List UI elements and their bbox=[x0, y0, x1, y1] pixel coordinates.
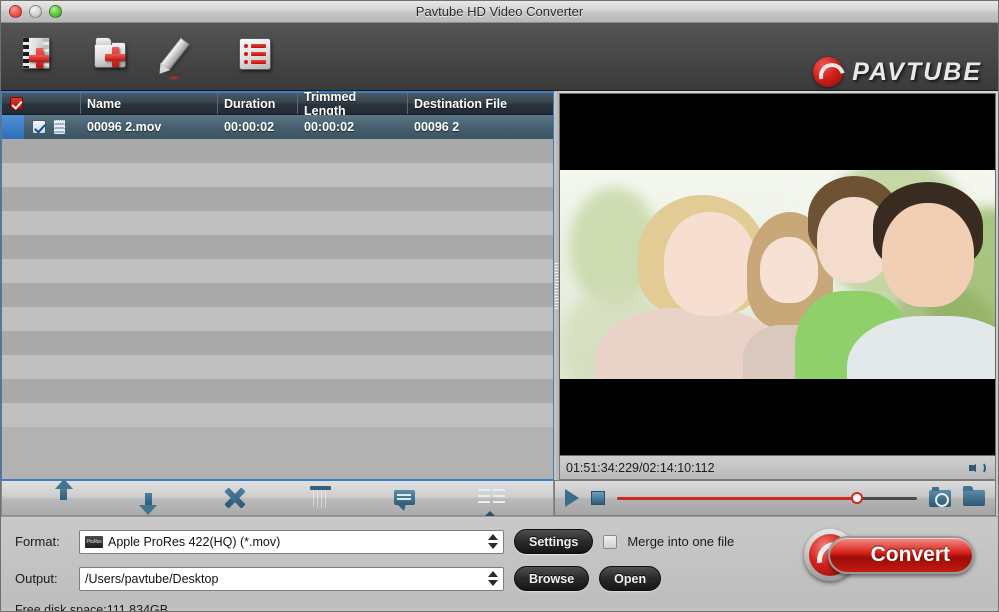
toolbar-buttons bbox=[15, 31, 283, 83]
seek-knob bbox=[851, 492, 863, 504]
pencil-icon bbox=[159, 36, 191, 72]
column-header-name[interactable]: Name bbox=[81, 93, 218, 114]
move-down-button[interactable] bbox=[136, 485, 166, 515]
empty-rows bbox=[2, 139, 553, 427]
empty-row[interactable] bbox=[2, 283, 553, 307]
folder-icon[interactable] bbox=[963, 486, 985, 506]
open-button[interactable]: Open bbox=[599, 566, 662, 591]
seek-slider[interactable] bbox=[617, 491, 917, 505]
table-row[interactable]: 00096 2.mov 00:00:02 00:00:02 00096 2 bbox=[2, 115, 553, 139]
move-up-button[interactable] bbox=[51, 479, 81, 511]
row-selection-indicator bbox=[2, 115, 24, 139]
empty-row[interactable] bbox=[2, 307, 553, 331]
trash-icon bbox=[309, 486, 331, 508]
preview-pane: 01:51:34:229/02:14:10:112 bbox=[559, 91, 998, 480]
empty-row[interactable] bbox=[2, 211, 553, 235]
format-label: Format: bbox=[15, 534, 60, 549]
row-checkbox-cell[interactable] bbox=[24, 115, 81, 139]
output-value: /Users/pavtube/Desktop bbox=[85, 571, 219, 586]
row-destination: 00096 2 bbox=[414, 120, 460, 134]
main-area: Name Duration Trimmed Length Destination… bbox=[1, 90, 998, 480]
comment-icon bbox=[394, 490, 416, 511]
file-list-toolbar bbox=[1, 479, 554, 516]
output-label: Output: bbox=[15, 571, 58, 586]
arrow-down-icon bbox=[139, 493, 158, 515]
play-icon[interactable] bbox=[565, 489, 579, 507]
file-list-rows: 00096 2.mov 00:00:02 00:00:02 00096 2 bbox=[2, 115, 553, 479]
add-folder-icon bbox=[94, 37, 126, 68]
settings-button[interactable]: Settings bbox=[514, 529, 594, 554]
pavtube-mark-icon bbox=[813, 57, 844, 87]
format-stepper[interactable] bbox=[485, 533, 500, 551]
empty-row[interactable] bbox=[2, 403, 553, 427]
info-button[interactable] bbox=[389, 485, 419, 511]
prores-badge-icon: ProRes bbox=[85, 535, 103, 548]
column-header-select-all[interactable] bbox=[2, 93, 81, 114]
player-controls bbox=[554, 480, 996, 516]
empty-row[interactable] bbox=[2, 331, 553, 355]
column-header-trimmed-length[interactable]: Trimmed Length bbox=[298, 90, 408, 118]
row-checkbox[interactable] bbox=[32, 120, 46, 134]
output-stepper[interactable] bbox=[485, 570, 500, 588]
add-folder-button[interactable] bbox=[87, 31, 139, 83]
empty-row[interactable] bbox=[2, 355, 553, 379]
output-path-field[interactable]: /Users/pavtube/Desktop bbox=[79, 566, 504, 591]
row-duration: 00:00:02 bbox=[224, 120, 275, 134]
settings-panel: Format: ProRes Apple ProRes 422(HQ) (*.m… bbox=[1, 516, 998, 611]
empty-row[interactable] bbox=[2, 235, 553, 259]
row-trimmed-length: 00:00:02 bbox=[304, 120, 355, 134]
row-name: 00096 2.mov bbox=[87, 120, 162, 134]
empty-row[interactable] bbox=[2, 187, 553, 211]
convert-label: Convert bbox=[828, 536, 974, 574]
empty-row[interactable] bbox=[2, 379, 553, 403]
empty-row[interactable] bbox=[2, 139, 553, 163]
merge-checkbox[interactable] bbox=[603, 534, 618, 549]
add-video-icon bbox=[22, 37, 50, 69]
split-button[interactable] bbox=[474, 485, 505, 516]
select-all-checkbox[interactable] bbox=[10, 97, 23, 110]
main-toolbar: PAVTUBE bbox=[1, 23, 998, 91]
free-disk-space: Free disk space:111.834GB bbox=[15, 603, 169, 612]
list-icon bbox=[239, 38, 271, 70]
convert-button[interactable]: Convert bbox=[802, 529, 974, 581]
column-header-destination-file[interactable]: Destination File bbox=[408, 93, 553, 114]
timecode-label: 01:51:34:229/02:14:10:112 bbox=[566, 460, 715, 475]
browse-button[interactable]: Browse bbox=[514, 566, 590, 591]
stop-icon[interactable] bbox=[591, 491, 605, 505]
video-screen[interactable] bbox=[559, 93, 996, 456]
speaker-icon[interactable] bbox=[969, 461, 987, 475]
preview-timecode-bar: 01:51:34:229/02:14:10:112 bbox=[559, 456, 996, 480]
merge-label: Merge into one file bbox=[627, 534, 735, 549]
video-frame-image bbox=[560, 169, 995, 380]
empty-row[interactable] bbox=[2, 163, 553, 187]
split-film-icon bbox=[477, 489, 505, 506]
remove-button[interactable] bbox=[220, 485, 250, 511]
format-select[interactable]: ProRes Apple ProRes 422(HQ) (*.mov) bbox=[79, 529, 504, 554]
application-window: Pavtube HD Video Converter PAVTUBE Name … bbox=[0, 0, 999, 612]
file-list-pane: Name Duration Trimmed Length Destination… bbox=[1, 90, 554, 480]
arrow-up-icon bbox=[54, 479, 73, 500]
bottom-bars bbox=[1, 479, 998, 516]
add-video-button[interactable] bbox=[15, 31, 67, 83]
file-list-header: Name Duration Trimmed Length Destination… bbox=[2, 90, 553, 118]
camera-icon[interactable] bbox=[929, 486, 951, 507]
brand-name: PAVTUBE bbox=[852, 57, 982, 86]
brand-logo: PAVTUBE bbox=[813, 57, 982, 87]
title-bar: Pavtube HD Video Converter bbox=[1, 1, 998, 23]
window-title: Pavtube HD Video Converter bbox=[415, 4, 584, 19]
empty-row[interactable] bbox=[2, 259, 553, 283]
column-header-duration[interactable]: Duration bbox=[218, 93, 298, 114]
film-thumb-icon bbox=[54, 120, 65, 134]
clear-all-button[interactable] bbox=[305, 485, 335, 511]
edit-button[interactable] bbox=[159, 31, 211, 83]
format-list-button[interactable] bbox=[231, 31, 283, 83]
format-value: Apple ProRes 422(HQ) (*.mov) bbox=[108, 534, 281, 549]
